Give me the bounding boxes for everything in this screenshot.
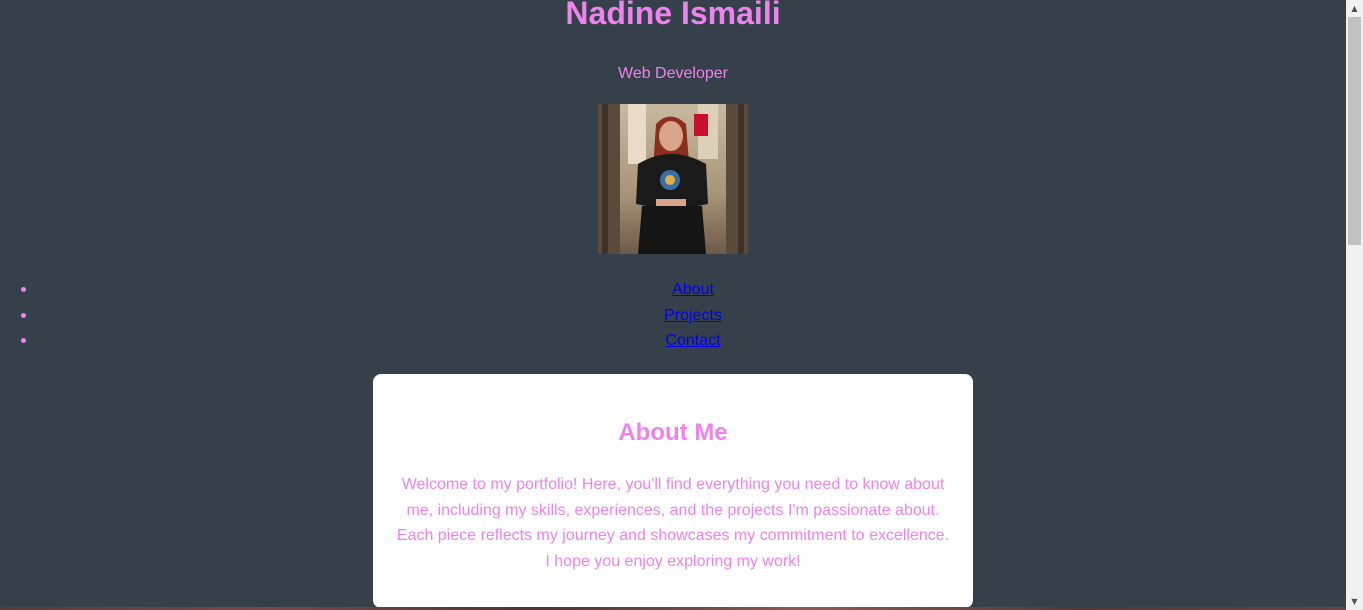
page: Nadine Ismaili Web Developer About Proje… bbox=[0, 0, 1363, 610]
page-title: Nadine Ismaili bbox=[565, 0, 781, 31]
bullet-icon bbox=[21, 338, 26, 343]
triangle-down-icon[interactable]: ▼ bbox=[1346, 593, 1363, 610]
profile-photo-image bbox=[598, 104, 748, 254]
triangle-up-icon[interactable]: ▲ bbox=[1346, 0, 1363, 17]
about-text: Welcome to my portfolio! Here, you'll fi… bbox=[396, 476, 950, 571]
main-content: Nadine Ismaili Web Developer About Proje… bbox=[0, 0, 1346, 610]
nav-item-projects: Projects bbox=[0, 303, 1346, 329]
vertical-scrollbar[interactable]: ▲ ▼ bbox=[1346, 0, 1363, 610]
nav-link-projects[interactable]: Projects bbox=[664, 307, 722, 324]
job-title: Web Developer bbox=[618, 65, 728, 82]
bullet-icon bbox=[21, 287, 26, 292]
profile-photo bbox=[598, 104, 748, 254]
nav-item-contact: Contact bbox=[0, 328, 1346, 354]
bullet-icon bbox=[21, 312, 26, 318]
main-nav: About Projects Contact bbox=[0, 277, 1346, 354]
about-section: About Me Welcome to my portfolio! Here, … bbox=[373, 374, 973, 608]
nav-link-about[interactable]: About bbox=[672, 281, 714, 298]
nav-item-about: About bbox=[0, 277, 1346, 303]
nav-link-contact[interactable]: Contact bbox=[665, 332, 720, 349]
about-heading: About Me bbox=[618, 419, 728, 446]
scrollbar-thumb[interactable] bbox=[1348, 17, 1361, 245]
